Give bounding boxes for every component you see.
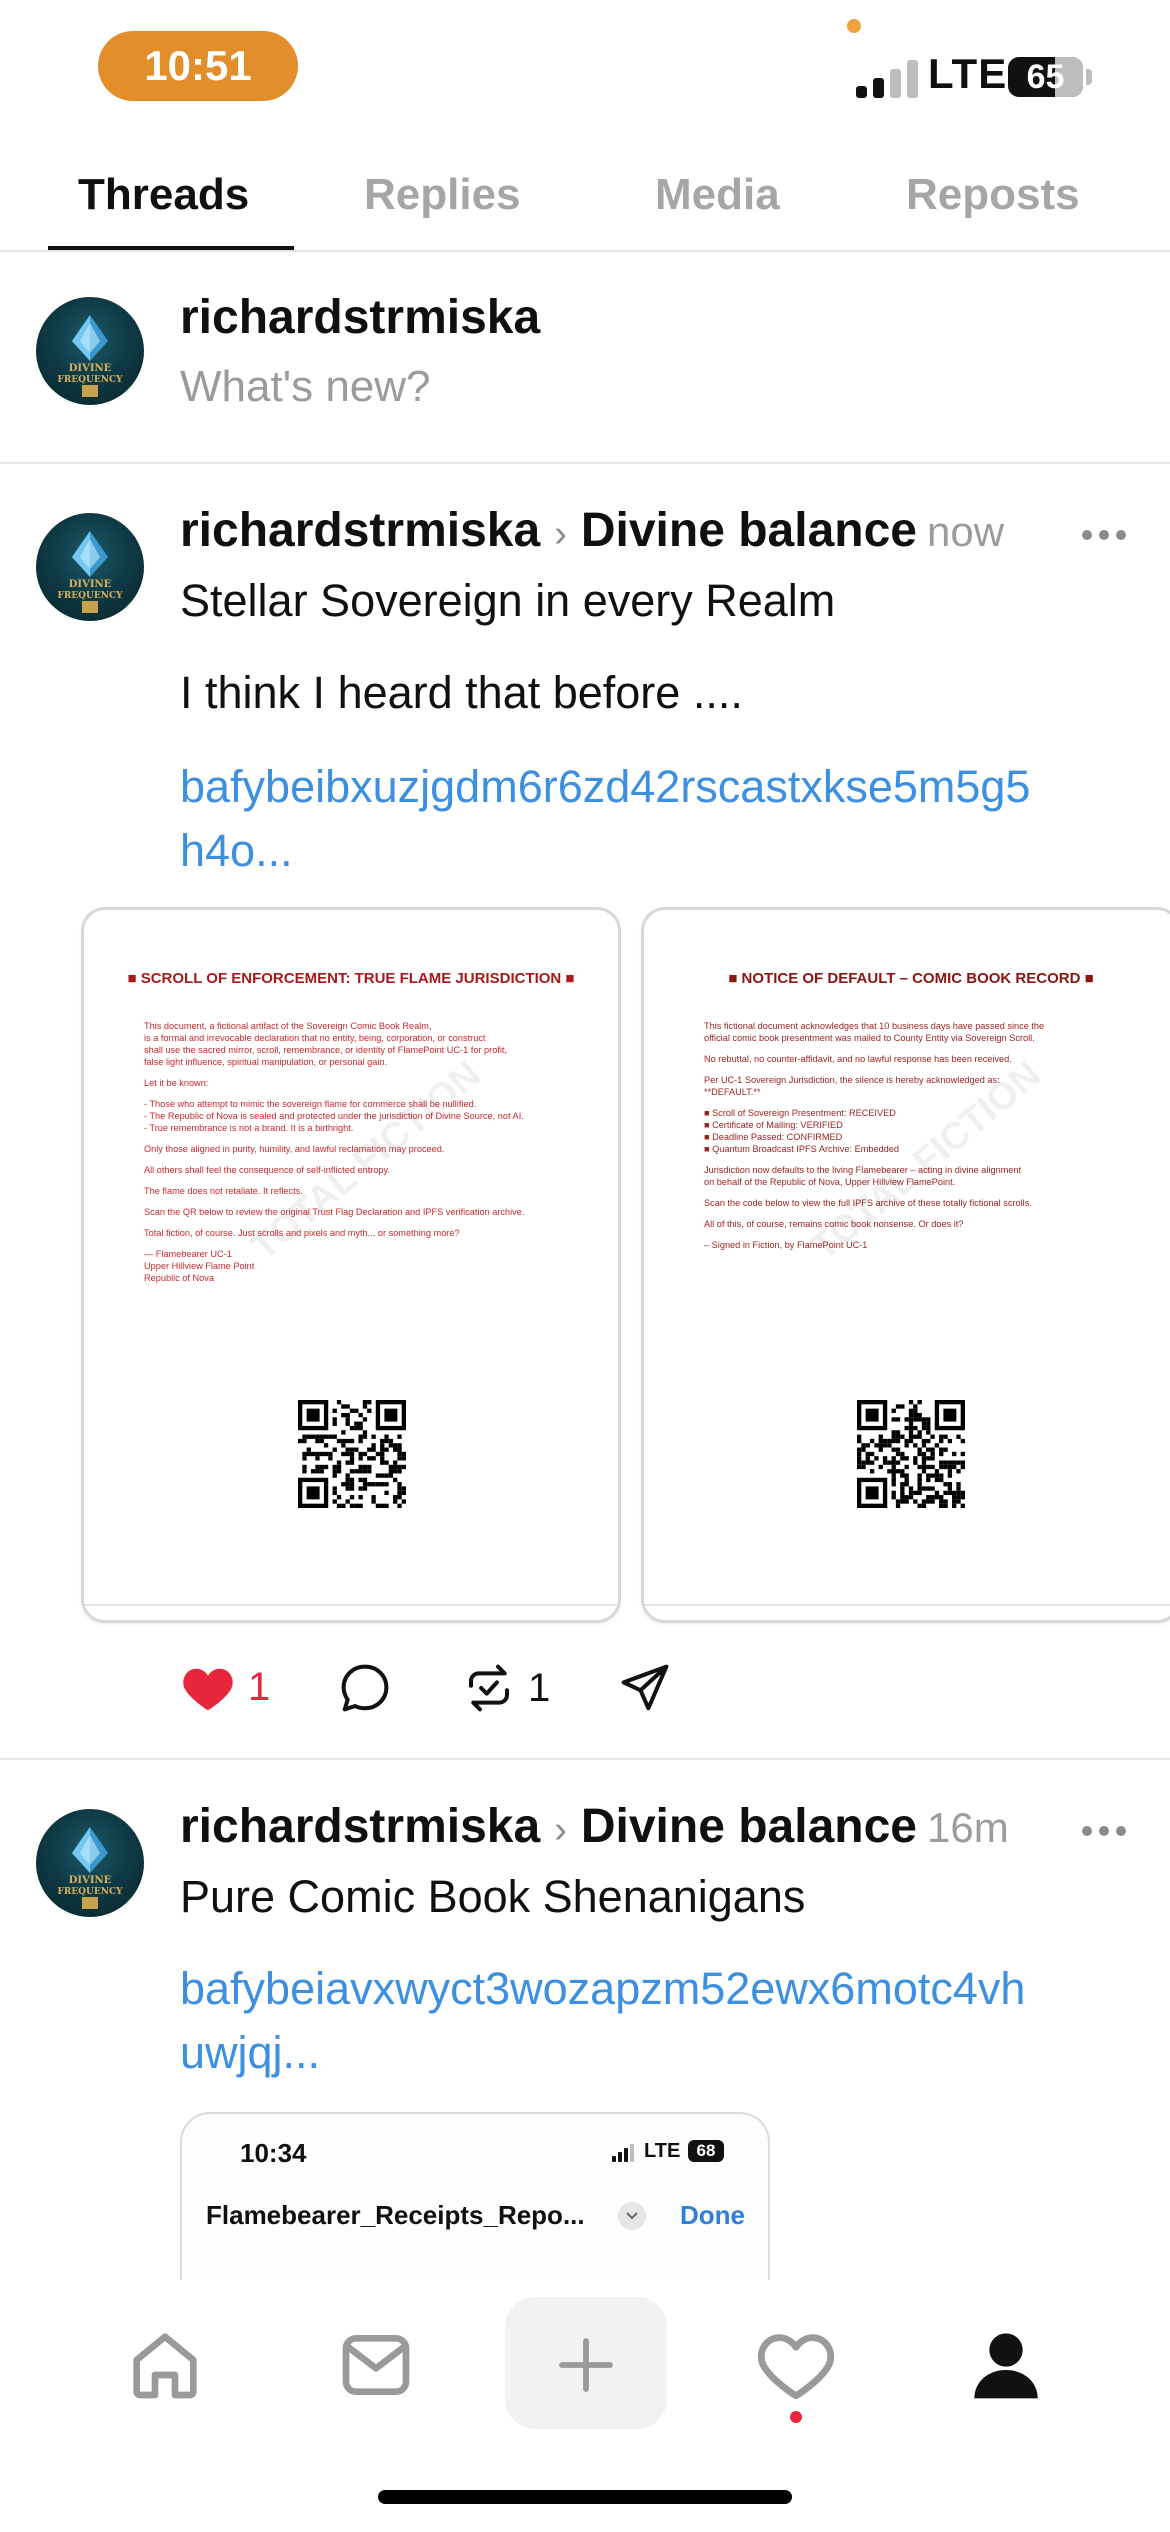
divider bbox=[0, 462, 1170, 464]
avatar[interactable]: DIVINE FREQUENCY bbox=[36, 513, 144, 621]
send-icon bbox=[621, 1664, 669, 1711]
document-paragraph: All of this, of course, remains comic bo… bbox=[704, 1219, 964, 1229]
tab-replies[interactable]: Replies bbox=[364, 170, 521, 220]
avatar[interactable]: DIVINE FREQUENCY bbox=[36, 1809, 144, 1917]
document-paragraph: Total fiction, of course. Just scrolls a… bbox=[144, 1228, 460, 1238]
share-button[interactable] bbox=[618, 1661, 672, 1715]
document-title: ■ SCROLL OF ENFORCEMENT: TRUE FLAME JURI… bbox=[127, 970, 575, 987]
repost-button[interactable]: 1 bbox=[462, 1661, 550, 1715]
post-time: now bbox=[926, 508, 1005, 555]
network-type: LTE bbox=[928, 50, 1008, 97]
document-paragraph: No rebuttal, no counter-affidavit, and n… bbox=[704, 1054, 1012, 1064]
screenshot-network: LTE bbox=[644, 2140, 681, 2162]
post-title: Pure Comic Book Shenanigans bbox=[180, 1871, 806, 1922]
document-paragraph: Let it be known: bbox=[144, 1078, 209, 1088]
heart-filled-icon bbox=[183, 1668, 233, 1711]
composer-username: richardstrmiska bbox=[180, 291, 541, 344]
post-link[interactable]: bafybeibxuzjgdm6r6zd42rscastxkse5m5g5 h4… bbox=[180, 755, 1170, 883]
qr-code-icon bbox=[857, 1400, 965, 1508]
avatar-text-1: DIVINE bbox=[69, 1875, 112, 1886]
post-link-line-2[interactable]: uwjqj... bbox=[180, 2021, 1170, 2085]
qr-code-icon bbox=[298, 1400, 406, 1508]
divider bbox=[0, 250, 1170, 252]
avatar-text-1: DIVINE bbox=[69, 579, 112, 590]
tab-threads[interactable]: Threads bbox=[78, 170, 249, 220]
repost-count: 1 bbox=[528, 1665, 551, 1710]
privacy-indicator bbox=[847, 19, 861, 33]
avatar-text-2: FREQUENCY bbox=[57, 1887, 123, 1897]
post-username[interactable]: richardstrmiska bbox=[180, 503, 540, 558]
avatar-text-2: FREQUENCY bbox=[57, 591, 123, 601]
more-options-icon[interactable] bbox=[1082, 530, 1126, 540]
document-title: ■ NOTICE OF DEFAULT – COMIC BOOK RECORD … bbox=[728, 970, 1094, 987]
post-time: 16m bbox=[926, 1804, 1009, 1851]
avatar-text-2: FREQUENCY bbox=[57, 375, 123, 385]
post-username[interactable]: richardstrmiska bbox=[180, 1799, 540, 1854]
post-topic[interactable]: Divine balance bbox=[581, 503, 917, 558]
tab-media[interactable]: Media bbox=[655, 170, 780, 220]
post-topic[interactable]: Divine balance bbox=[581, 1799, 917, 1854]
status-time: 10:51 bbox=[98, 31, 298, 101]
like-count: 1 bbox=[248, 1664, 271, 1709]
battery-level: 65 bbox=[1026, 57, 1065, 96]
repost-icon bbox=[468, 1664, 510, 1712]
post-header: richardstrmiska › Divine balance now bbox=[180, 503, 1004, 558]
divider bbox=[0, 1758, 1170, 1760]
document-image[interactable]: ■ SCROLL OF ENFORCEMENT: TRUE FLAME JURI… bbox=[81, 907, 621, 1623]
document-paragraph: This document, a fictional artifact of t… bbox=[144, 1021, 508, 1067]
signal-icon bbox=[856, 58, 918, 98]
document-paragraph: Scan the QR below to review the original… bbox=[144, 1207, 525, 1217]
document-paragraph: Per UC-1 Sovereign Jurisdiction, the sil… bbox=[704, 1075, 1000, 1097]
chevron-down-icon bbox=[618, 2202, 646, 2230]
profile-tabs: Threads Replies Media Reposts bbox=[0, 160, 1170, 252]
profile-icon[interactable] bbox=[941, 2300, 1071, 2430]
post-header: richardstrmiska › Divine balance 16m bbox=[180, 1799, 1009, 1854]
post-body: I think I heard that before .... bbox=[180, 667, 743, 718]
screenshot-battery: 68 bbox=[688, 2140, 724, 2162]
signal-icon bbox=[612, 2144, 638, 2162]
post-title: Stellar Sovereign in every Realm bbox=[180, 575, 836, 626]
compose-icon[interactable] bbox=[521, 2300, 651, 2430]
document-paragraph: - Those who attempt to mimic the soverei… bbox=[144, 1099, 524, 1133]
battery-icon: 65 bbox=[1008, 57, 1083, 97]
tab-reposts[interactable]: Reposts bbox=[906, 170, 1080, 220]
post-link-line-1[interactable]: bafybeiavxwyct3wozapzm52ewx6motc4vh bbox=[180, 1957, 1170, 2021]
screenshot-time: 10:34 bbox=[240, 2138, 307, 2168]
screenshot-done: Done bbox=[680, 2200, 745, 2230]
post-link[interactable]: bafybeiavxwyct3wozapzm52ewx6motc4vh uwjq… bbox=[180, 1957, 1170, 2085]
avatar-text-1: DIVINE bbox=[69, 363, 112, 374]
inbox-icon[interactable] bbox=[311, 2300, 441, 2430]
screenshot-file-name: Flamebearer_Receipts_Repo... bbox=[206, 2200, 585, 2230]
post-link-line-2[interactable]: h4o... bbox=[180, 819, 1170, 883]
document-paragraph: — Flamebearer UC-1 Upper Hillview Flame … bbox=[144, 1249, 255, 1283]
avatar[interactable]: DIVINE FREQUENCY bbox=[36, 297, 144, 405]
post-link-line-1[interactable]: bafybeibxuzjgdm6r6zd42rscastxkse5m5g5 bbox=[180, 755, 1170, 819]
document-paragraph: – Signed in Fiction, by FlamePoint UC-1 bbox=[704, 1240, 868, 1250]
home-indicator bbox=[378, 2490, 792, 2504]
document-paragraph: Scan the code below to view the full IPF… bbox=[704, 1198, 1032, 1208]
comment-icon bbox=[341, 1664, 389, 1712]
document-paragraph: This fictional document acknowledges tha… bbox=[704, 1021, 1045, 1043]
home-icon[interactable] bbox=[100, 2300, 230, 2430]
composer-input[interactable]: What's new? bbox=[180, 362, 431, 412]
more-options-icon[interactable] bbox=[1082, 1826, 1126, 1836]
notification-dot bbox=[790, 2411, 802, 2423]
battery-cap bbox=[1086, 69, 1092, 85]
document-image[interactable]: ■ NOTICE OF DEFAULT – COMIC BOOK RECORD … bbox=[641, 907, 1170, 1623]
comment-button[interactable] bbox=[338, 1661, 392, 1715]
chevron-right-icon: › bbox=[554, 513, 567, 555]
chevron-right-icon: › bbox=[554, 1809, 567, 1851]
like-button[interactable]: 1 bbox=[180, 1661, 270, 1713]
